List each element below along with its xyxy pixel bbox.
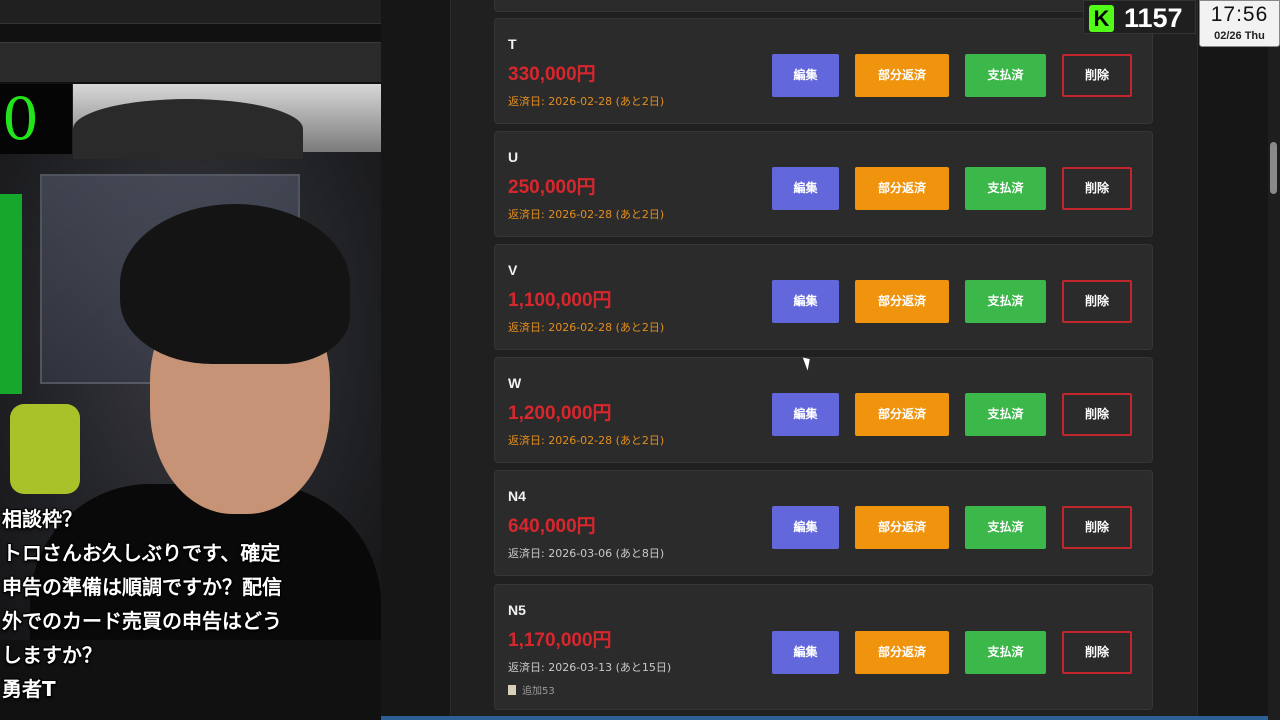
loan-amount: 1,200,000円 xyxy=(508,403,612,424)
window-edge xyxy=(381,716,1268,720)
loan-card: T 330,000円 返済日: 2026-02-28 (あと2日) 編集 部分返… xyxy=(494,18,1153,124)
scrollbar-thumb[interactable] xyxy=(1270,142,1277,194)
mark-paid-button[interactable]: 支払済 xyxy=(965,506,1046,549)
loan-card: N4 640,000円 返済日: 2026-03-06 (あと8日) 編集 部分… xyxy=(494,470,1153,576)
screen: 0 相談枠？ トロさんお久しぶりです、確定 申告の準備は順調ですか？配信 外での… xyxy=(0,0,1280,720)
mark-paid-button[interactable]: 支払済 xyxy=(965,393,1046,436)
partial-repay-button[interactable]: 部分返済 xyxy=(855,393,949,436)
due-date: 返済日: 2026-02-28 (あと2日) xyxy=(508,95,665,108)
overlay-bar xyxy=(0,42,381,82)
edit-button[interactable]: 編集 xyxy=(772,393,839,436)
due-date: 返済日: 2026-02-28 (あと2日) xyxy=(508,321,665,334)
delete-button[interactable]: 削除 xyxy=(1062,393,1132,436)
chat-line: 外でのカード売買の申告はどう xyxy=(2,609,282,633)
partial-repay-button[interactable]: 部分返済 xyxy=(855,280,949,323)
loan-amount: 330,000円 xyxy=(508,64,596,85)
chat-line: しますか？ xyxy=(2,643,102,667)
delete-button[interactable]: 削除 xyxy=(1062,167,1132,210)
secondary-webcam xyxy=(73,84,381,159)
overlay-bar xyxy=(0,0,381,24)
due-date: 返済日: 2026-02-28 (あと2日) xyxy=(508,208,665,221)
delete-button[interactable]: 削除 xyxy=(1062,280,1132,323)
loan-card: W 1,200,000円 返済日: 2026-02-28 (あと2日) 編集 部… xyxy=(494,357,1153,463)
kick-logo-icon: K xyxy=(1089,5,1114,32)
loan-card: V 1,100,000円 返済日: 2026-02-28 (あと2日) 編集 部… xyxy=(494,244,1153,350)
mark-paid-button[interactable]: 支払済 xyxy=(965,631,1046,674)
chat-line: 相談枠？ xyxy=(2,507,82,531)
viewer-count: 1157 xyxy=(1124,3,1183,33)
edit-button[interactable]: 編集 xyxy=(772,631,839,674)
loan-name: T xyxy=(508,36,517,52)
memo-text: 追加53 xyxy=(522,686,555,697)
loan-amount: 1,100,000円 xyxy=(508,290,612,311)
mark-paid-button[interactable]: 支払済 xyxy=(965,54,1046,97)
partial-repay-button[interactable]: 部分返済 xyxy=(855,506,949,549)
loan-name: U xyxy=(508,149,519,165)
loan-card: U 250,000円 返済日: 2026-02-28 (あと2日) 編集 部分返… xyxy=(494,131,1153,237)
partial-repay-button[interactable]: 部分返済 xyxy=(855,54,949,97)
loan-name: W xyxy=(508,375,522,391)
counter-display: 0 xyxy=(0,84,72,154)
chair xyxy=(10,404,80,494)
edit-button[interactable]: 編集 xyxy=(772,167,839,210)
delete-button[interactable]: 削除 xyxy=(1062,54,1132,97)
delete-button[interactable]: 削除 xyxy=(1062,506,1132,549)
loan-memo: 追加53 xyxy=(508,682,555,697)
background-item xyxy=(0,194,22,394)
loan-list-page: T 330,000円 返済日: 2026-02-28 (あと2日) 編集 部分返… xyxy=(381,0,1268,720)
chat-line: トロさんお久しぶりです、確定 xyxy=(2,541,281,565)
edit-button[interactable]: 編集 xyxy=(772,506,839,549)
edit-button[interactable]: 編集 xyxy=(772,54,839,97)
chat-overlay: 相談枠？ トロさんお久しぶりです、確定 申告の準備は順調ですか？配信 外でのカー… xyxy=(0,486,381,706)
loan-amount: 640,000円 xyxy=(508,516,596,537)
due-date: 返済日: 2026-03-06 (あと8日) xyxy=(508,547,665,560)
clock-time: 17:56 xyxy=(1210,3,1269,26)
stream-overlay: 0 相談枠？ トロさんお久しぶりです、確定 申告の準備は順調ですか？配信 外での… xyxy=(0,0,381,720)
edit-button[interactable]: 編集 xyxy=(772,280,839,323)
viewer-count-badge: K 1157 xyxy=(1083,0,1196,34)
scrollbar[interactable] xyxy=(1268,0,1280,720)
chat-line-cutoff xyxy=(2,486,379,502)
loan-name: N5 xyxy=(508,602,526,618)
partial-repay-button[interactable]: 部分返済 xyxy=(855,167,949,210)
delete-button[interactable]: 削除 xyxy=(1062,631,1132,674)
loan-amount: 250,000円 xyxy=(508,177,596,198)
mark-paid-button[interactable]: 支払済 xyxy=(965,167,1046,210)
loan-name: N4 xyxy=(508,488,526,504)
mark-paid-button[interactable]: 支払済 xyxy=(965,280,1046,323)
list-item xyxy=(494,0,1153,12)
chat-line: 申告の準備は順調ですか？配信 xyxy=(2,575,282,599)
loan-card: N5 1,170,000円 返済日: 2026-03-13 (あと15日) 追加… xyxy=(494,584,1153,710)
partial-repay-button[interactable]: 部分返済 xyxy=(855,631,949,674)
person-hair xyxy=(120,204,350,364)
memo-icon xyxy=(508,685,516,695)
due-date: 返済日: 2026-03-13 (あと15日) xyxy=(508,661,672,674)
chat-username: 勇者T xyxy=(2,677,56,701)
due-date: 返済日: 2026-02-28 (あと2日) xyxy=(508,434,665,447)
clock-date: 02/26 Thu xyxy=(1214,30,1265,42)
clock-widget: 17:56 02/26 Thu xyxy=(1199,0,1280,47)
loan-name: V xyxy=(508,262,518,278)
loan-amount: 1,170,000円 xyxy=(508,630,612,651)
